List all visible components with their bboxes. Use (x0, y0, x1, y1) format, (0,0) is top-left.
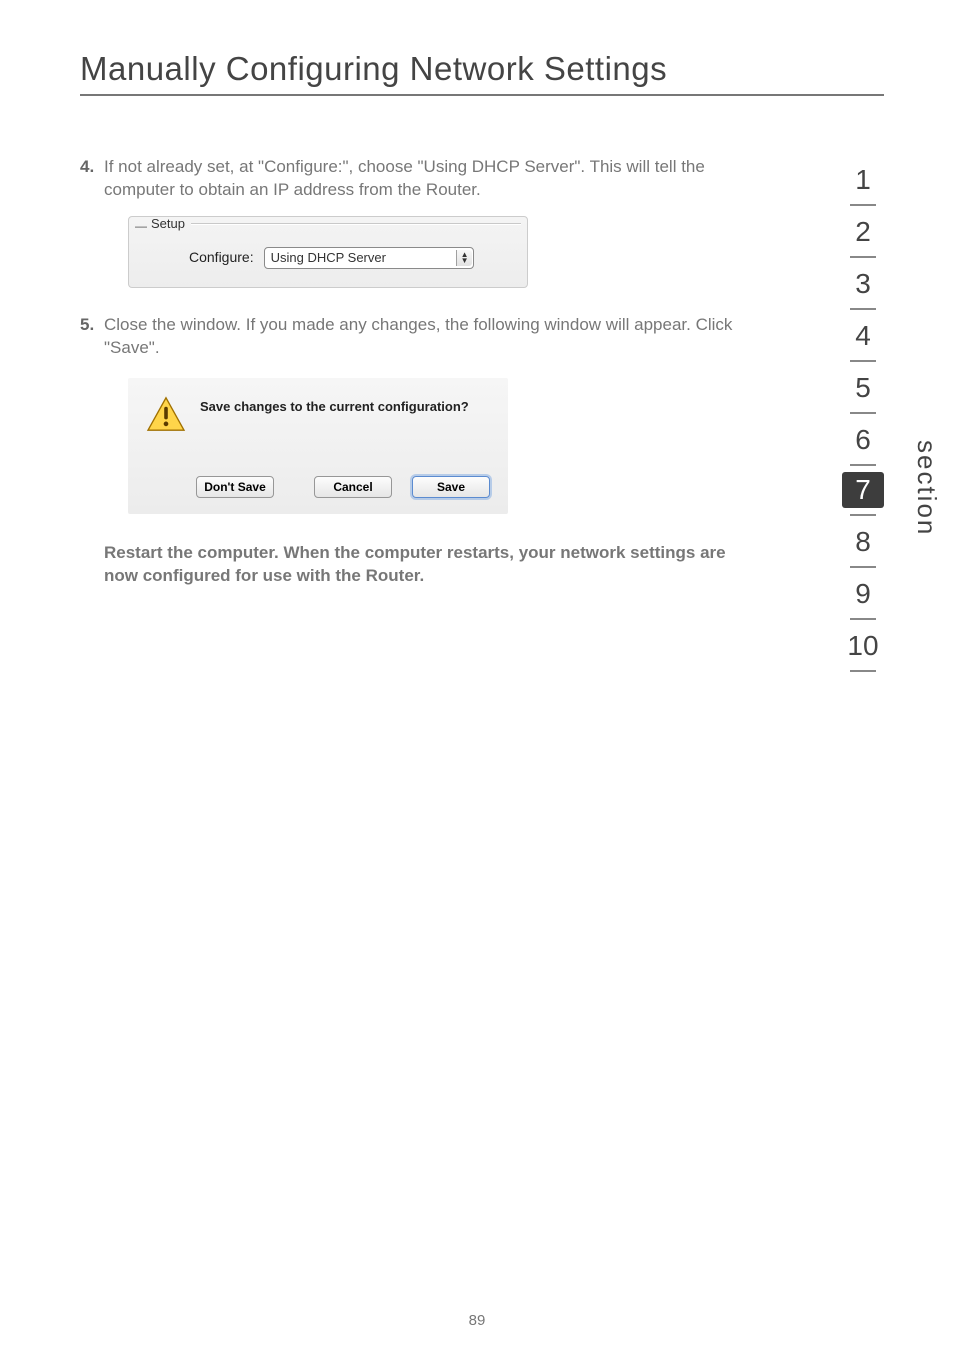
section-nav-divider (850, 514, 876, 516)
restart-note: Restart the computer. When the computer … (104, 542, 740, 588)
section-nav-divider (850, 618, 876, 620)
page-number: 89 (0, 1312, 954, 1329)
configure-label: Configure: (189, 248, 254, 267)
step-4-text: If not already set, at "Configure:", cho… (104, 157, 705, 199)
configure-dropdown[interactable]: Using DHCP Server ▲▼ (264, 247, 474, 269)
section-nav-divider (850, 204, 876, 206)
setup-groupbox: — Setup Configure: Using DHCP Server ▲▼ (128, 216, 528, 288)
section-nav-3[interactable]: 3 (836, 264, 890, 302)
section-nav-6[interactable]: 6 (836, 420, 890, 458)
section-nav-divider (850, 464, 876, 466)
setup-rule (191, 223, 521, 224)
section-nav-7-active[interactable]: 7 (842, 472, 884, 508)
section-nav-1[interactable]: 1 (836, 160, 890, 198)
section-nav: 1 2 3 4 5 6 7 8 9 10 (836, 160, 890, 678)
section-nav-10[interactable]: 10 (836, 626, 890, 664)
stepper-arrows-icon: ▲▼ (456, 250, 472, 266)
section-nav-divider (850, 412, 876, 414)
section-nav-2[interactable]: 2 (836, 212, 890, 250)
page-title: Manually Configuring Network Settings (80, 50, 884, 88)
section-nav-8[interactable]: 8 (836, 522, 890, 560)
setup-group-label: Setup (147, 215, 189, 233)
step-number-5: 5. (80, 314, 94, 337)
section-label: section (911, 440, 942, 536)
step-number-4: 4. (80, 156, 94, 179)
step-4: 4. If not already set, at "Configure:", … (80, 156, 740, 288)
section-nav-5[interactable]: 5 (836, 368, 890, 406)
section-nav-4[interactable]: 4 (836, 316, 890, 354)
dont-save-button[interactable]: Don't Save (196, 476, 274, 498)
section-nav-divider (850, 566, 876, 568)
warning-icon (146, 396, 186, 432)
cancel-button[interactable]: Cancel (314, 476, 392, 498)
configure-dropdown-value: Using DHCP Server (271, 249, 456, 267)
step-5: 5. Close the window. If you made any cha… (80, 314, 740, 514)
step-5-text: Close the window. If you made any change… (104, 315, 732, 357)
save-button[interactable]: Save (412, 476, 490, 498)
section-nav-divider (850, 360, 876, 362)
section-nav-divider (850, 670, 876, 672)
section-nav-9[interactable]: 9 (836, 574, 890, 612)
setup-dash: — (135, 218, 147, 234)
save-dialog: Save changes to the current configuratio… (128, 378, 508, 514)
section-nav-divider (850, 308, 876, 310)
dialog-message: Save changes to the current configuratio… (200, 396, 469, 416)
section-nav-divider (850, 256, 876, 258)
title-rule (80, 94, 884, 96)
